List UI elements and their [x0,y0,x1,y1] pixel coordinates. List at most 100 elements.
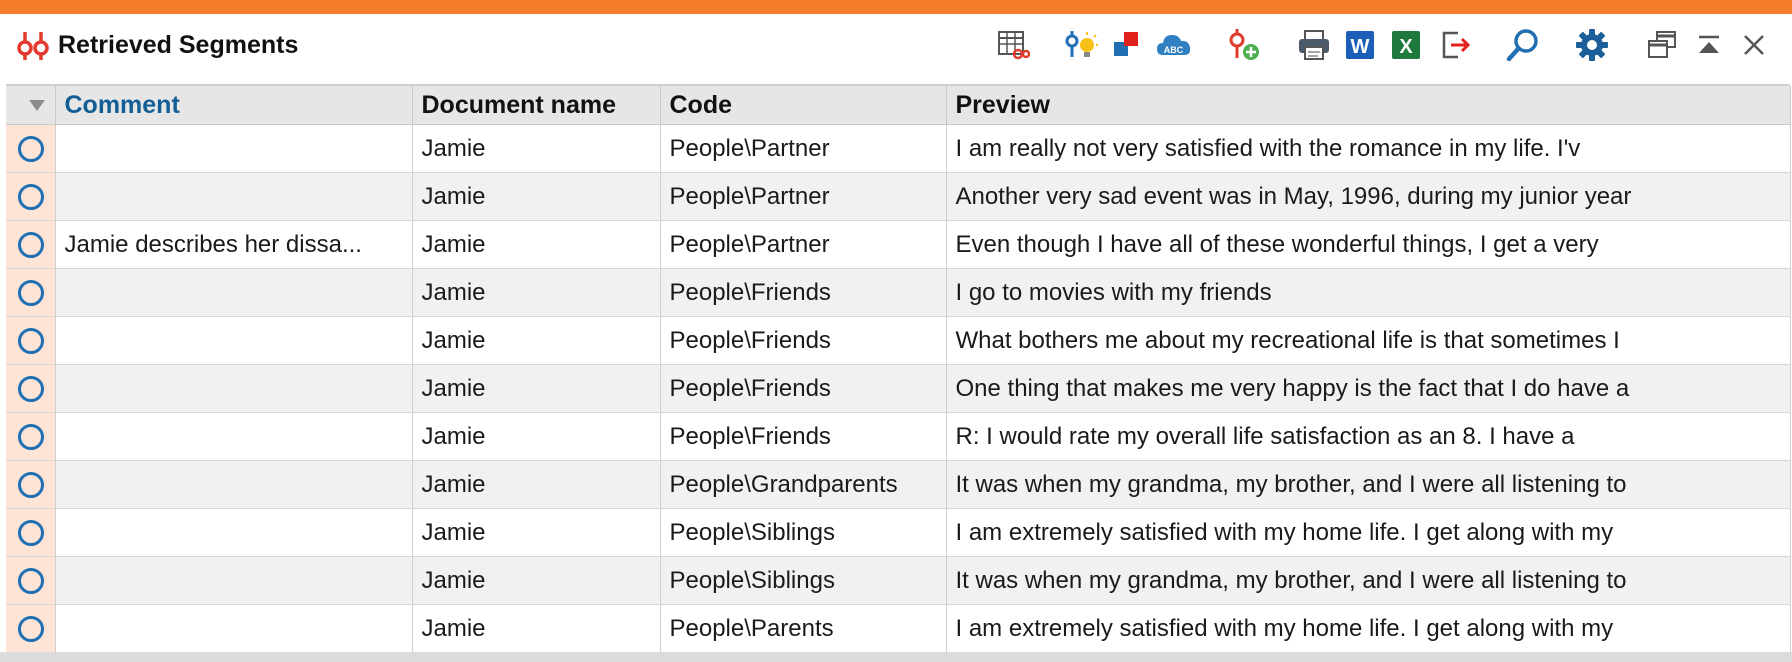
table-header-row: Comment Document name Code Preview [6,86,1791,125]
document-name-cell[interactable]: Jamie [412,124,661,173]
word-cloud-icon[interactable]: ABC [1153,24,1195,66]
segment-circle-icon[interactable] [18,616,44,642]
document-name-cell[interactable]: Jamie [412,556,661,605]
code-cell[interactable]: People\Grandparents [660,460,947,509]
row-marker-cell[interactable] [6,124,56,173]
preview-cell[interactable]: I am really not very satisfied with the … [946,124,1791,173]
row-marker-cell[interactable] [6,220,56,269]
preview-cell[interactable]: It was when my grandma, my brother, and … [946,556,1791,605]
comment-cell[interactable]: Jamie describes her dissa... [55,220,413,269]
code-cell[interactable]: People\Parents [660,604,947,653]
table-row[interactable]: Jamie People\Parents I am extremely satisf… [6,604,1791,653]
segment-circle-icon[interactable] [18,280,44,306]
table-row[interactable]: Jamie People\Friends One thing that makes … [6,364,1791,413]
comment-cell[interactable] [55,268,413,317]
print-icon[interactable] [1293,24,1335,66]
code-cell[interactable]: People\Partner [660,124,947,173]
table-row[interactable]: Jamie People\Partner Another very sad even… [6,172,1791,221]
segment-circle-icon[interactable] [18,472,44,498]
collapse-icon[interactable] [1688,24,1730,66]
document-name-cell[interactable]: Jamie [412,604,661,653]
undock-window-icon[interactable] [1641,24,1683,66]
code-cell[interactable]: People\Friends [660,268,947,317]
column-header-comment[interactable]: Comment [55,86,413,125]
comment-cell[interactable] [55,604,413,653]
column-header-preview[interactable]: Preview [946,86,1791,125]
preview-cell[interactable]: I am extremely satisfied with my home li… [946,508,1791,557]
code-cell[interactable]: People\Siblings [660,556,947,605]
table-row[interactable]: Jamie describes her dissa... Jamie People\… [6,220,1791,269]
row-marker-cell[interactable] [6,268,56,317]
segment-circle-icon[interactable] [18,184,44,210]
smart-coding-icon[interactable] [1060,24,1102,66]
document-name-cell[interactable]: Jamie [412,412,661,461]
table-row[interactable]: Jamie People\Friends What bothers me about… [6,316,1791,365]
segment-circle-icon[interactable] [18,424,44,450]
preview-cell[interactable]: One thing that makes me very happy is th… [946,364,1791,413]
code-cell[interactable]: People\Friends [660,364,947,413]
column-header-document-name[interactable]: Document name [412,86,661,125]
triangle-down-icon [29,100,45,111]
preview-cell[interactable]: Even though I have all of these wonderfu… [946,220,1791,269]
preview-cell[interactable]: I go to movies with my friends [946,268,1791,317]
code-matrix-icon[interactable] [992,24,1034,66]
row-marker-cell[interactable] [6,556,56,605]
row-marker-cell[interactable] [6,364,56,413]
segment-circle-icon[interactable] [18,520,44,546]
comment-cell[interactable] [55,556,413,605]
comment-cell[interactable] [55,364,413,413]
document-name-cell[interactable]: Jamie [412,460,661,509]
add-code-icon[interactable] [1223,24,1265,66]
document-name-cell[interactable]: Jamie [412,220,661,269]
document-name-cell[interactable]: Jamie [412,268,661,317]
export-excel-icon[interactable]: X [1385,24,1427,66]
row-marker-cell[interactable] [6,604,56,653]
column-header-code[interactable]: Code [660,86,947,125]
color-codes-icon[interactable] [1106,24,1148,66]
table-row[interactable]: Jamie People\Grandparents It was when my g… [6,460,1791,509]
segment-circle-icon[interactable] [18,328,44,354]
comment-cell[interactable] [55,172,413,221]
comment-cell[interactable] [55,508,413,557]
document-name-cell[interactable]: Jamie [412,364,661,413]
column-menu-button[interactable] [6,86,56,125]
document-name-cell[interactable]: Jamie [412,508,661,557]
comment-cell[interactable] [55,316,413,365]
preview-cell[interactable]: What bothers me about my recreational li… [946,316,1791,365]
export-word-icon[interactable]: W [1339,24,1381,66]
table-row[interactable]: Jamie People\Partner I am really not very … [6,124,1791,173]
row-marker-cell[interactable] [6,412,56,461]
preview-cell[interactable]: R: I would rate my overall life satisfac… [946,412,1791,461]
segment-circle-icon[interactable] [18,232,44,258]
segment-circle-icon[interactable] [18,568,44,594]
search-icon[interactable] [1502,24,1544,66]
code-cell[interactable]: People\Friends [660,412,947,461]
comment-cell[interactable] [55,124,413,173]
code-cell[interactable]: People\Partner [660,220,947,269]
retrieved-segments-window: Retrieved Segments ABC W X Comment Docum… [0,0,1792,662]
code-cell[interactable]: People\Friends [660,316,947,365]
export-icon[interactable] [1434,24,1476,66]
code-cell[interactable]: People\Partner [660,172,947,221]
row-marker-cell[interactable] [6,460,56,509]
row-marker-cell[interactable] [6,172,56,221]
document-name-cell[interactable]: Jamie [412,316,661,365]
comment-cell[interactable] [55,412,413,461]
document-name-cell[interactable]: Jamie [412,172,661,221]
preview-cell[interactable]: Another very sad event was in May, 1996,… [946,172,1791,221]
row-marker-cell[interactable] [6,508,56,557]
table-row[interactable]: Jamie People\Friends R: I would rate my ov… [6,412,1791,461]
table-row[interactable]: Jamie People\Friends I go to movies with m… [6,268,1791,317]
segment-circle-icon[interactable] [18,136,44,162]
table-row[interactable]: Jamie People\Siblings It was when my grand… [6,556,1791,605]
row-marker-cell[interactable] [6,316,56,365]
preview-cell[interactable]: I am extremely satisfied with my home li… [946,604,1791,653]
close-icon[interactable] [1733,24,1775,66]
table-row[interactable]: Jamie People\Siblings I am extremely satis… [6,508,1791,557]
title-bar: Retrieved Segments ABC W X [0,14,1792,84]
settings-icon[interactable] [1571,24,1613,66]
code-cell[interactable]: People\Siblings [660,508,947,557]
comment-cell[interactable] [55,460,413,509]
segment-circle-icon[interactable] [18,376,44,402]
preview-cell[interactable]: It was when my grandma, my brother, and … [946,460,1791,509]
